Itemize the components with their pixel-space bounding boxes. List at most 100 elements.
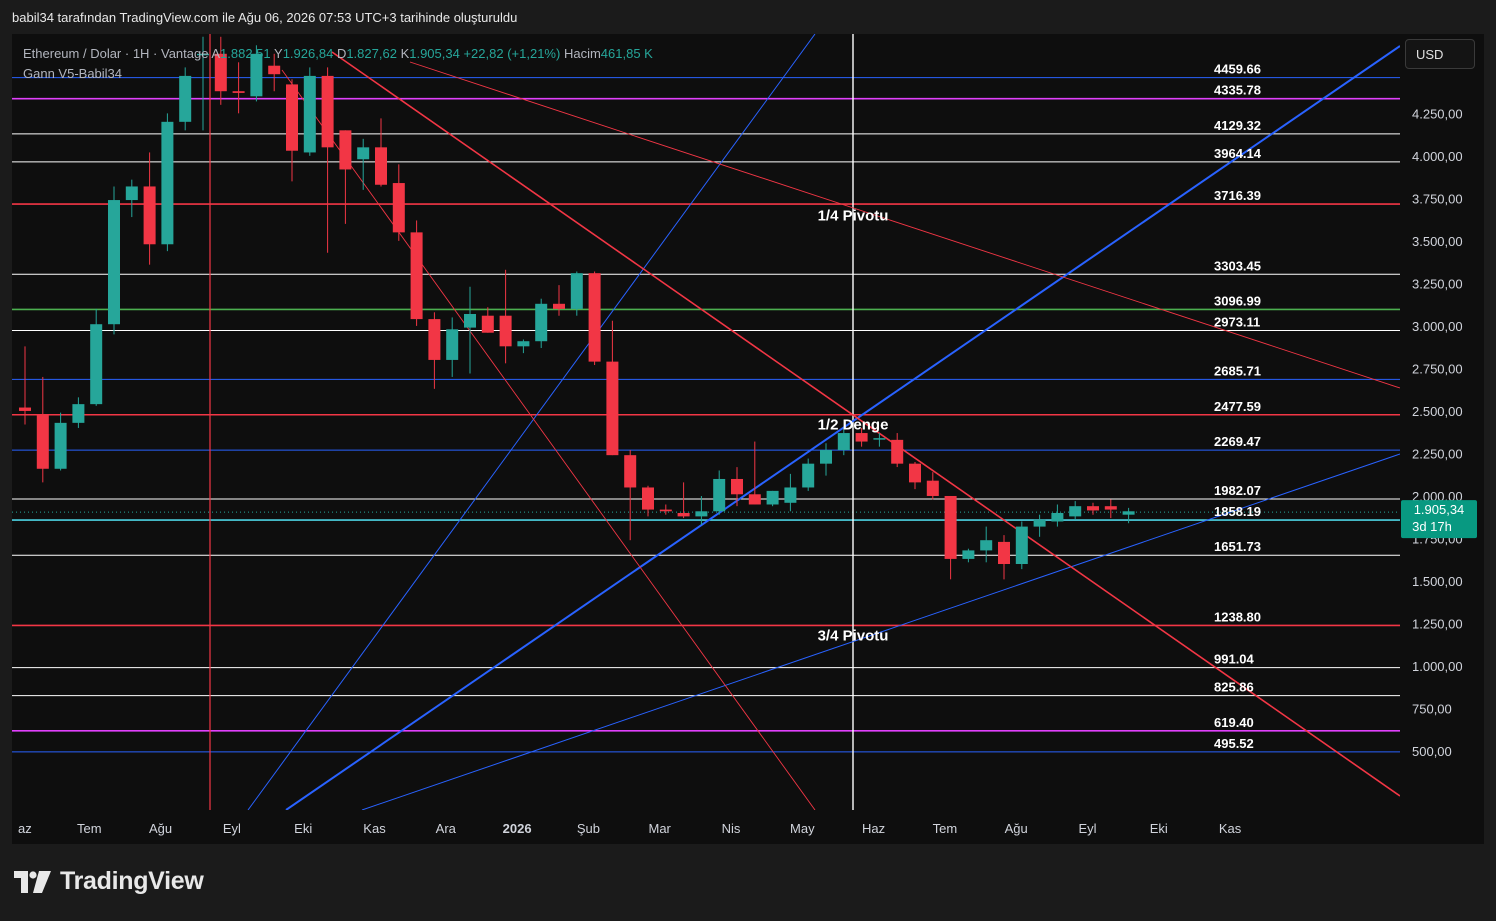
candle-body bbox=[766, 490, 779, 505]
candle bbox=[339, 130, 352, 224]
x-axis-tick-label: Eki bbox=[294, 821, 312, 836]
current-price-value: 1.905,34 bbox=[1414, 502, 1465, 517]
candle-body bbox=[695, 511, 708, 517]
gann-fan-line bbox=[409, 61, 1400, 389]
candle-body bbox=[19, 407, 31, 411]
gann-level-label: 4129.32 bbox=[1214, 118, 1261, 133]
candle-body bbox=[659, 509, 672, 512]
candle-body bbox=[677, 512, 690, 517]
candle bbox=[1087, 502, 1099, 515]
candle bbox=[820, 443, 832, 476]
candle bbox=[873, 433, 886, 447]
candle bbox=[553, 285, 565, 316]
gann-level-label: 2477.59 bbox=[1214, 399, 1261, 414]
candle-body bbox=[1122, 511, 1135, 515]
x-axis-tick-label: Nis bbox=[722, 821, 741, 836]
gann-level-label: 3096.99 bbox=[1214, 293, 1261, 308]
candle bbox=[588, 271, 601, 366]
candle-body bbox=[357, 147, 370, 160]
gann-fan-line bbox=[281, 69, 816, 810]
candle bbox=[980, 526, 993, 563]
candle-body bbox=[553, 303, 565, 309]
pivot-annotation: 1/2 Denge bbox=[818, 417, 889, 434]
candle bbox=[624, 450, 637, 541]
candle bbox=[731, 467, 743, 507]
candle-body bbox=[731, 478, 743, 495]
candle bbox=[321, 67, 334, 253]
tradingview-logo-icon bbox=[14, 870, 51, 893]
gann-level-label: 1982.07 bbox=[1214, 483, 1261, 498]
candle bbox=[748, 441, 761, 505]
candle-body bbox=[54, 422, 67, 469]
gann-level-label: 495.52 bbox=[1214, 736, 1254, 751]
legend-volume-value: 461,85 K bbox=[600, 46, 653, 61]
currency-button[interactable]: USD bbox=[1405, 39, 1475, 69]
candle bbox=[499, 269, 512, 364]
candle bbox=[766, 490, 779, 507]
y-axis-tick-label: 1.500,00 bbox=[1412, 574, 1463, 589]
candle bbox=[944, 495, 957, 580]
legend-change: +22,82 (+1,21%) bbox=[463, 46, 561, 61]
gann-level-label: 1651.73 bbox=[1214, 539, 1261, 554]
gann-level-label: 2269.47 bbox=[1214, 434, 1261, 449]
y-axis-tick-label: 3.000,00 bbox=[1412, 319, 1463, 334]
candle-body bbox=[1104, 506, 1117, 510]
candle-body bbox=[161, 121, 174, 245]
candle-body bbox=[72, 404, 85, 423]
x-axis-tick-label: az bbox=[18, 821, 32, 836]
candle bbox=[1051, 504, 1064, 527]
chart-canvas[interactable]: 4459.66 4335.78 4129.32 3964.14 3716.39 3303.… bbox=[12, 34, 1484, 844]
x-axis-tick-label: 2026 bbox=[503, 821, 532, 836]
gann-level-label: 619.40 bbox=[1214, 715, 1254, 730]
candle-body bbox=[232, 91, 245, 93]
candle bbox=[998, 535, 1010, 580]
current-price-tag: 1.905,34 3d 17h bbox=[1401, 500, 1477, 539]
y-axis-tick-label: 4.250,00 bbox=[1412, 106, 1463, 121]
candle-body bbox=[855, 433, 868, 442]
legend-high-label: Y bbox=[274, 46, 283, 61]
current-price-countdown: 3d 17h bbox=[1412, 519, 1452, 534]
candle bbox=[713, 470, 726, 515]
candle-body bbox=[1087, 506, 1099, 511]
y-axis-tick-label: 1.250,00 bbox=[1412, 617, 1463, 632]
tradingview-logo[interactable]: TradingView bbox=[14, 867, 204, 896]
candle bbox=[891, 433, 904, 468]
candle bbox=[517, 339, 530, 354]
candle-body bbox=[891, 439, 904, 464]
legend-indicator[interactable]: Gann V5-Babil34 bbox=[23, 65, 653, 85]
candle-body bbox=[517, 341, 530, 347]
candle bbox=[357, 138, 370, 190]
legend-open-label: A bbox=[211, 46, 221, 61]
candle-body bbox=[624, 455, 637, 488]
candle bbox=[909, 461, 921, 490]
x-axis-tick-label: Ağu bbox=[149, 821, 172, 836]
candle bbox=[72, 397, 85, 428]
candle bbox=[481, 307, 494, 333]
legend-volume-label: Hacim bbox=[563, 46, 601, 61]
candle-body bbox=[837, 433, 850, 451]
candle-body bbox=[36, 414, 49, 469]
candle-body bbox=[802, 463, 815, 488]
candle-body bbox=[375, 147, 387, 185]
y-axis-tick-label: 3.250,00 bbox=[1412, 276, 1463, 291]
chart-caption: babil34 tarafından TradingView.com ile A… bbox=[12, 10, 518, 25]
candle bbox=[1015, 521, 1028, 570]
gann-level-label: 825.86 bbox=[1214, 680, 1254, 695]
x-axis-tick-label: Tem bbox=[933, 821, 958, 836]
chart-panel[interactable]: 4459.66 4335.78 4129.32 3964.14 3716.39 3303.… bbox=[12, 34, 1484, 844]
candle bbox=[19, 346, 31, 425]
candle bbox=[926, 472, 939, 500]
legend-symbol[interactable]: Ethereum / Dolar · 1H · Vantage bbox=[23, 46, 208, 61]
x-axis-tick-label: Haz bbox=[862, 821, 885, 836]
chart-legend: Ethereum / Dolar · 1H · Vantage A1.882,5… bbox=[23, 45, 653, 85]
candle-body bbox=[748, 494, 761, 505]
candle-body bbox=[909, 463, 921, 483]
gann-level-label: 3716.39 bbox=[1214, 188, 1261, 203]
candle-body bbox=[286, 84, 298, 151]
gann-fan-line bbox=[247, 34, 816, 810]
candle-body bbox=[428, 319, 441, 360]
candle bbox=[286, 79, 298, 182]
candle bbox=[392, 164, 405, 241]
candle-body bbox=[1051, 512, 1064, 522]
candle-body bbox=[499, 315, 512, 347]
